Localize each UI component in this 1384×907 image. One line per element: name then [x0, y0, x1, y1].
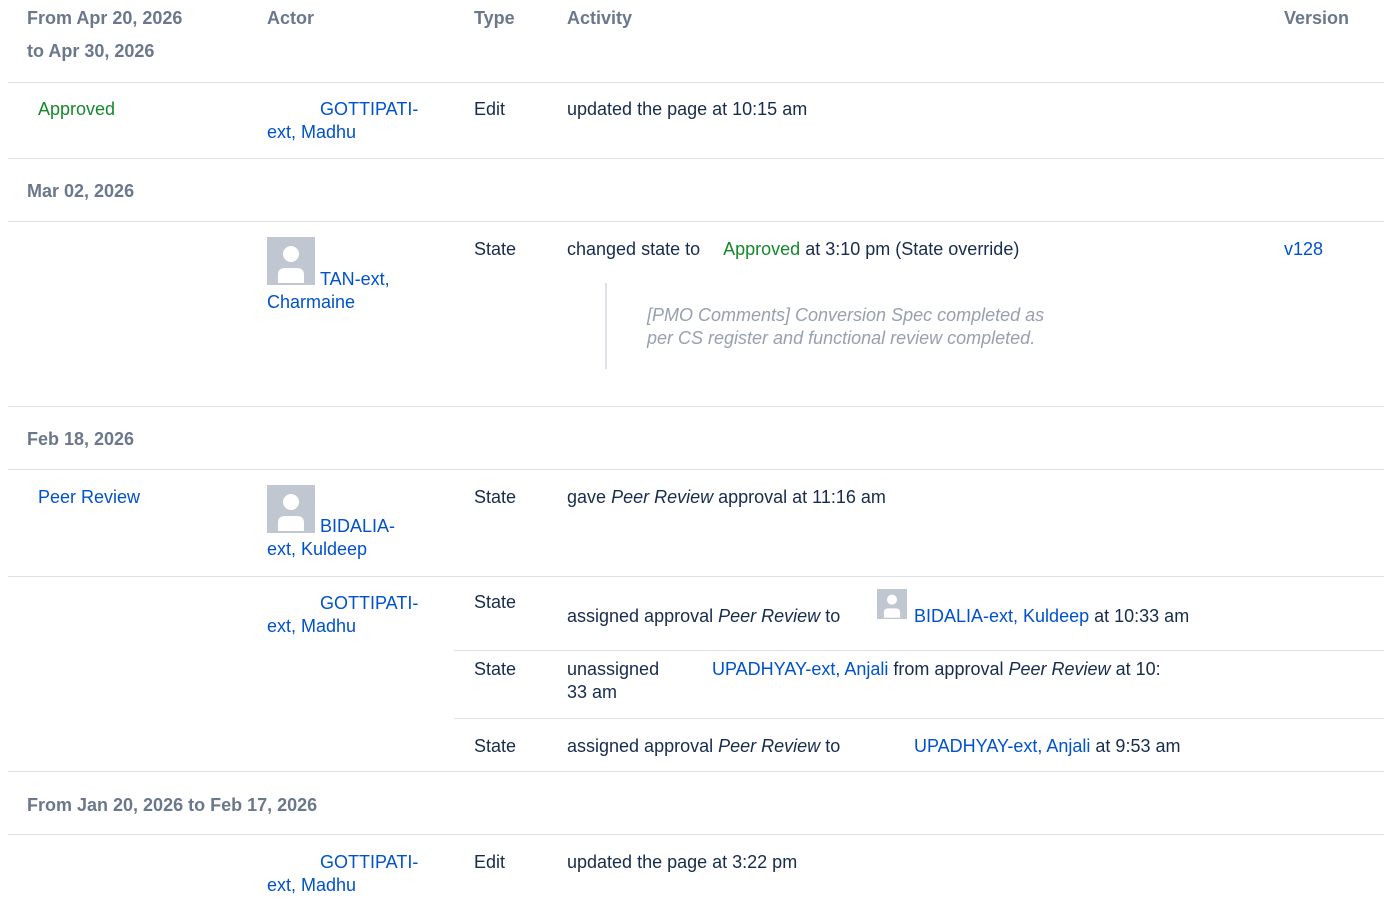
activity-text: at 3:10 pm (State override) — [805, 239, 1020, 259]
activity-column-header: Activity — [567, 8, 633, 28]
activity-text: assigned approval — [567, 736, 714, 756]
activity-cell: updated the page at 3:22 pm — [567, 852, 798, 872]
row-divider — [8, 576, 1384, 577]
user-avatar-icon[interactable] — [877, 589, 907, 619]
row-divider — [454, 718, 1384, 719]
row-divider — [454, 650, 1384, 651]
date-heading: Feb 18, 2026 — [27, 429, 135, 449]
activity-text: at 9:53 am — [1095, 736, 1181, 756]
actor-link-gottipati-1[interactable]: GOTTIPATI- — [320, 98, 418, 121]
actor-link-gottipati-1-line2[interactable]: ext, Madhu — [267, 121, 356, 144]
activity-cell-tail: UPADHYAY-ext, Anjali at 9:53 am — [914, 735, 1180, 758]
activity-cell: assigned approval Peer Review to — [567, 605, 840, 628]
row-divider — [8, 469, 1384, 470]
type-column-header: Type — [474, 8, 515, 28]
approval-name: Peer Review — [718, 736, 821, 756]
actor-link-tan-line2[interactable]: Charmaine — [267, 291, 355, 314]
activity-text: to — [825, 736, 841, 756]
type-cell: State — [474, 736, 517, 756]
period-header-line1: From Apr 20, 2026 — [27, 8, 183, 28]
actor-link-bidalia[interactable]: BIDALIA- — [320, 515, 395, 538]
comment-quote-bar — [605, 283, 607, 369]
header-divider — [8, 82, 1384, 83]
version-link[interactable]: v128 — [1284, 238, 1323, 261]
row-divider — [8, 834, 1384, 835]
user-avatar-icon[interactable] — [267, 237, 315, 285]
user-link-upadhyay[interactable]: UPADHYAY-ext, Anjali — [914, 736, 1090, 756]
activity-text: changed state to — [567, 239, 701, 259]
date-heading: From Jan 20, 2026 to Feb 17, 2026 — [27, 795, 318, 815]
user-avatar-icon[interactable] — [267, 485, 315, 533]
activity-text: unassigned — [567, 659, 660, 679]
actor-column-header: Actor — [267, 8, 315, 28]
date-heading: Mar 02, 2026 — [27, 181, 135, 201]
row-divider — [8, 771, 1384, 772]
actor-link-gottipati-2[interactable]: GOTTIPATI- — [320, 592, 418, 615]
user-link-upadhyay[interactable]: UPADHYAY-ext, Anjali — [712, 659, 888, 679]
type-cell: Edit — [474, 99, 506, 119]
status-peer-review-link[interactable]: Peer Review — [38, 486, 140, 509]
comment-line-1: [PMO Comments] Conversion Spec completed… — [647, 305, 1045, 325]
status-approved-link[interactable]: Approved — [38, 98, 115, 121]
row-divider — [8, 221, 1384, 222]
actor-link-gottipati-2-line2[interactable]: ext, Madhu — [267, 615, 356, 638]
activity-cell: changed state to Approved at 3:10 pm (St… — [567, 238, 1019, 261]
actor-link-gottipati-3[interactable]: GOTTIPATI- — [320, 851, 418, 874]
activity-text: from approval — [893, 659, 1004, 679]
comment-line-2: per CS register and functional review co… — [647, 328, 1036, 348]
row-divider — [8, 158, 1384, 159]
user-link-bidalia[interactable]: BIDALIA-ext, Kuldeep — [914, 606, 1089, 626]
type-cell: State — [474, 239, 517, 259]
activity-cell: UPADHYAY-ext, Anjali from approval Peer … — [712, 658, 1161, 681]
activity-text: at 10:33 am — [1094, 606, 1190, 626]
actor-link-gottipati-3-line2[interactable]: ext, Madhu — [267, 874, 356, 897]
activity-text: to — [825, 606, 841, 626]
activity-text: at 10: — [1115, 659, 1161, 679]
approval-name: Peer Review — [1008, 659, 1111, 679]
approval-name: Peer Review — [718, 606, 821, 626]
activity-text: gave — [567, 487, 607, 507]
activity-cell: assigned approval Peer Review to — [567, 735, 840, 758]
actor-link-bidalia-line2[interactable]: ext, Kuldeep — [267, 538, 367, 561]
type-cell: State — [474, 487, 517, 507]
activity-cell: updated the page at 10:15 am — [567, 99, 808, 119]
type-cell: State — [474, 659, 517, 679]
actor-link-tan[interactable]: TAN-ext, — [320, 268, 390, 291]
period-header-line2: to Apr 30, 2026 — [27, 41, 155, 61]
activity-cell-tail: BIDALIA-ext, Kuldeep at 10:33 am — [914, 605, 1189, 628]
type-cell: State — [474, 592, 517, 612]
state-approved-label: Approved — [723, 239, 801, 259]
activity-text: assigned approval — [567, 606, 714, 626]
type-cell: Edit — [474, 852, 506, 872]
approval-name: Peer Review — [611, 487, 714, 507]
row-divider — [8, 406, 1384, 407]
activity-text: approval at 11:16 am — [718, 487, 886, 507]
activity-text-wrap: 33 am — [567, 682, 618, 702]
activity-cell: gave Peer Review approval at 11:16 am — [567, 486, 886, 509]
version-column-header: Version — [1284, 8, 1350, 28]
